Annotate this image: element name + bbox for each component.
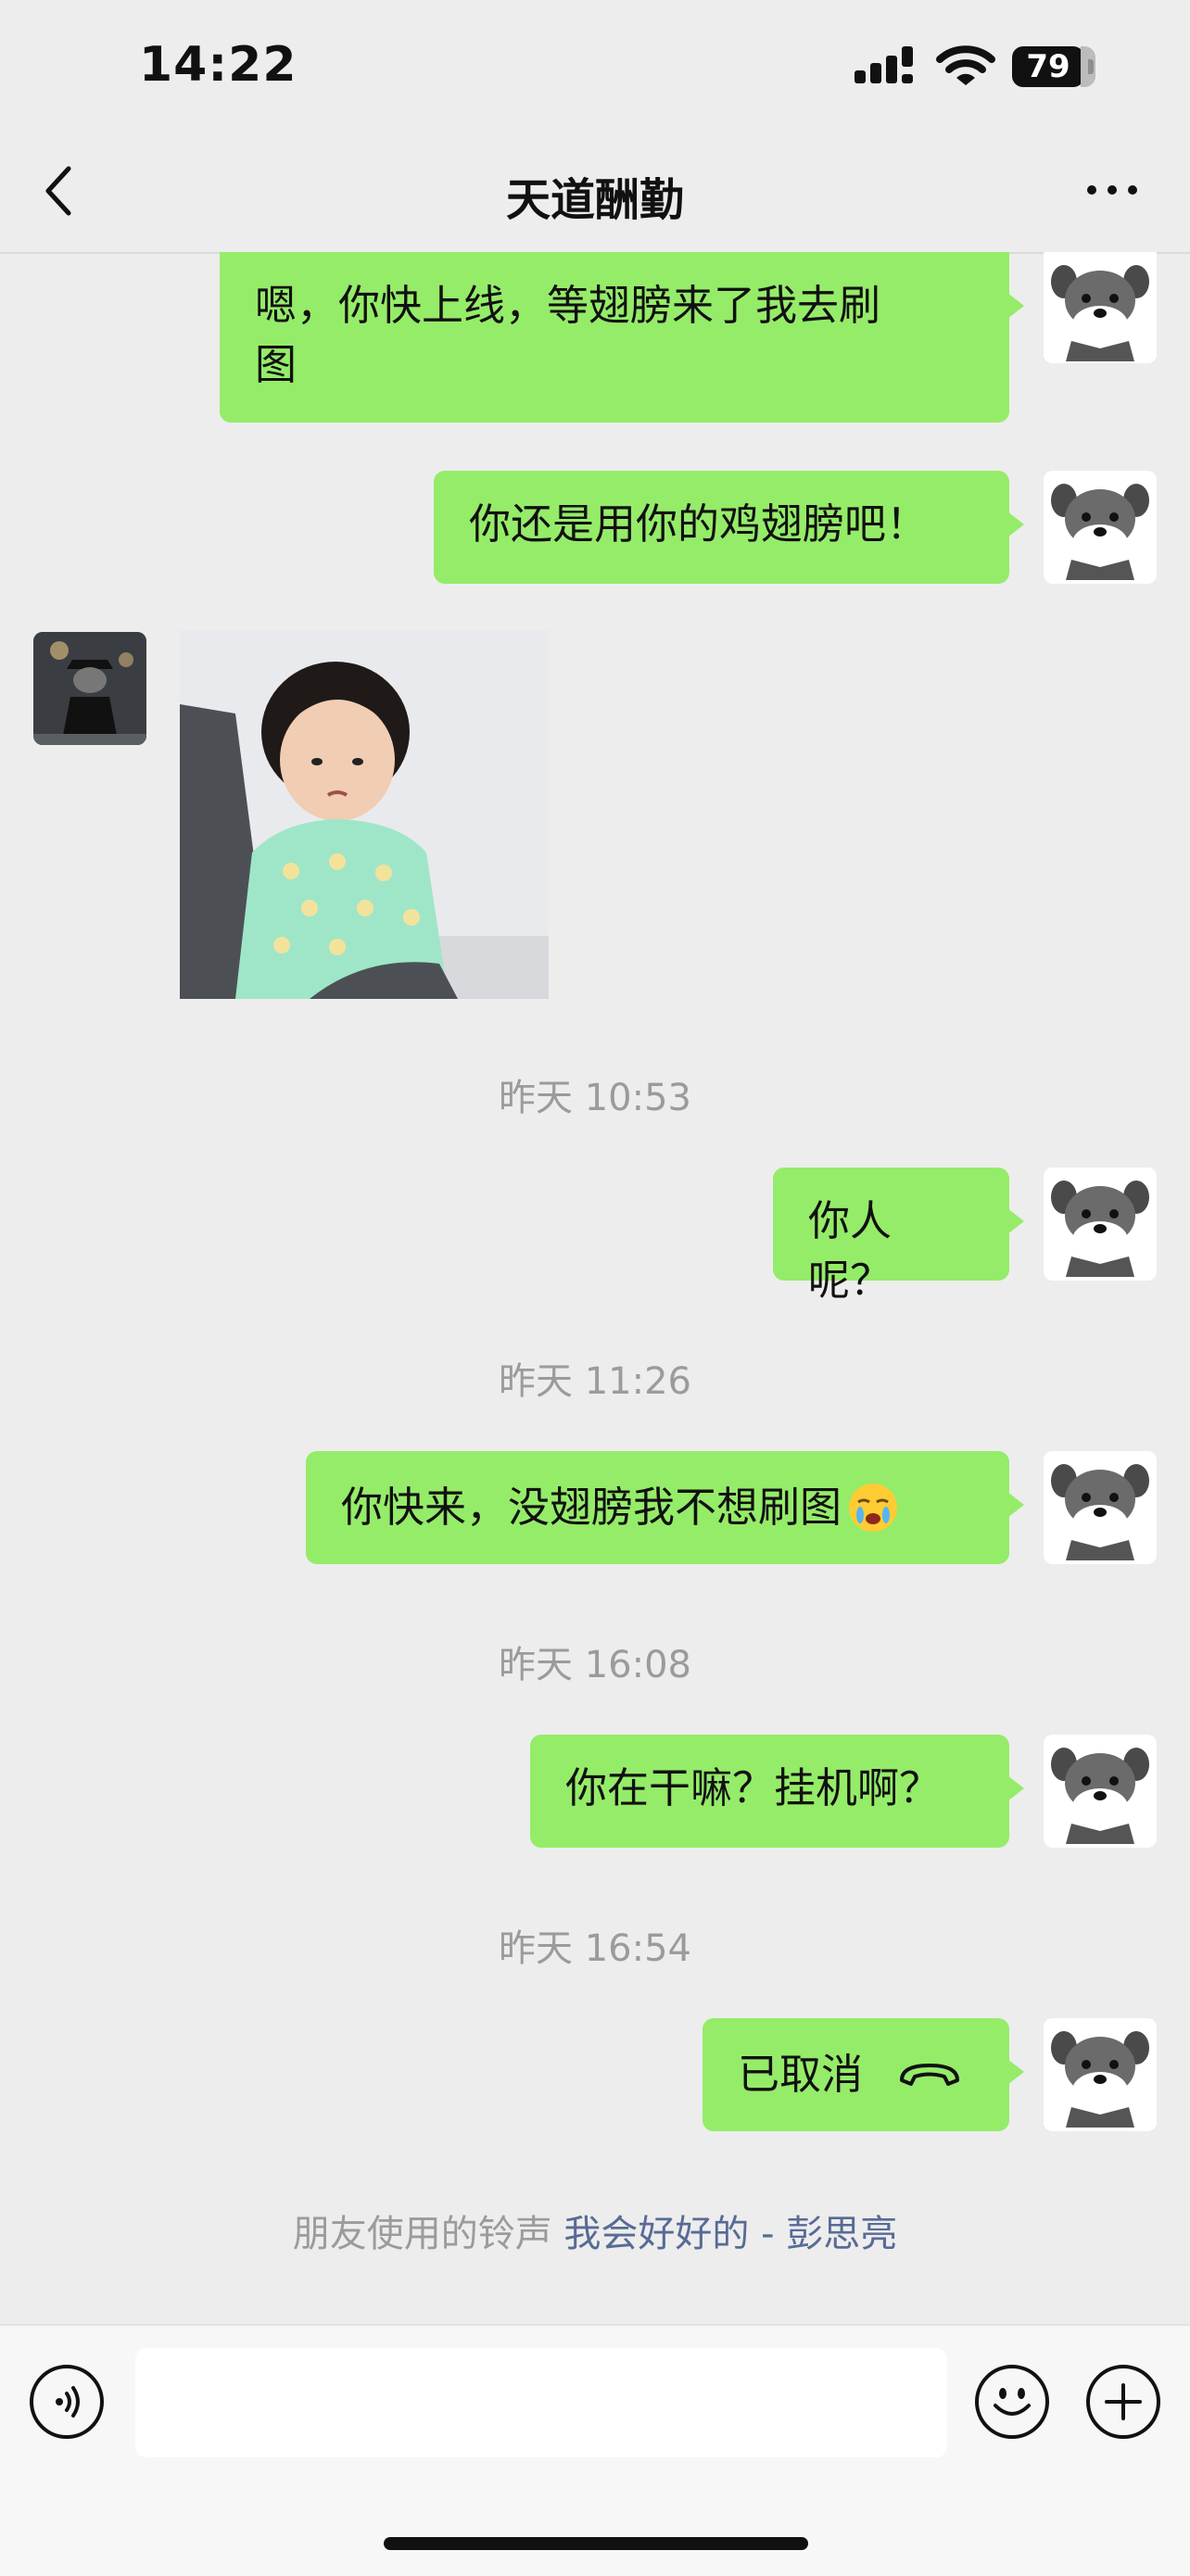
home-indicator (384, 2537, 808, 2550)
received-photo[interactable] (180, 630, 549, 999)
ringtone-notice: 朋友使用的铃声 我会好好的 - 彭思亮 (0, 2203, 1190, 2257)
more-options-icon[interactable] (1075, 176, 1149, 204)
status-time: 14:22 (139, 37, 298, 93)
dark-figure-avatar-icon (33, 632, 146, 745)
battery-level: 79 (1012, 46, 1084, 87)
sent-message[interactable]: 你还是用你的鸡翅膀吧！ (434, 471, 1024, 584)
message-text: 嗯，你快上线，等翅膀来了我去刷 (255, 281, 881, 330)
schnauzer-dog-icon (1044, 2018, 1157, 2131)
my-avatar[interactable] (1044, 1451, 1157, 1564)
my-avatar[interactable] (1044, 1735, 1157, 1848)
message-text: 图 (255, 340, 298, 389)
sent-message[interactable]: 你快来，没翅膀我不想刷图 (306, 1451, 1024, 1564)
schnauzer-dog-icon (1044, 1168, 1157, 1281)
girl-photo-image (180, 630, 549, 999)
message-text: 你快来，没翅膀我不想刷图 (341, 1483, 842, 1532)
schnauzer-dog-icon (1044, 471, 1157, 584)
my-avatar[interactable] (1044, 471, 1157, 584)
sent-message[interactable]: 你在干嘛？挂机啊？ (530, 1735, 1024, 1848)
ringtone-prefix: 朋友使用的铃声 (292, 2213, 552, 2255)
voice-icon (56, 2386, 80, 2418)
voice-input-button[interactable] (30, 2365, 104, 2439)
schnauzer-dog-icon (1044, 252, 1157, 363)
timestamp: 昨天 16:54 (499, 1927, 691, 1970)
my-avatar[interactable] (1044, 252, 1157, 363)
chat-title: 天道酬勤 (505, 174, 684, 226)
timestamp: 昨天 10:53 (499, 1077, 691, 1119)
plus-icon (1105, 2383, 1142, 2420)
emoji-button[interactable] (975, 2365, 1049, 2439)
message-text: 你还是用你的鸡翅膀吧！ (469, 499, 929, 549)
cancelled-call-message[interactable]: 已取消 (703, 2018, 1024, 2131)
ringtone-song-link[interactable]: 我会好好的 - 彭思亮 (563, 2213, 897, 2255)
timestamp: 昨天 16:08 (499, 1644, 691, 1686)
message-text: 你在干嘛？挂机啊？ (565, 1763, 942, 1812)
wifi-icon (936, 45, 995, 85)
hang-up-phone-icon (900, 2064, 960, 2086)
timestamp: 昨天 11:26 (499, 1360, 691, 1403)
my-avatar[interactable] (1044, 2018, 1157, 2131)
sent-message[interactable]: 嗯，你快上线，等翅膀来了我去刷 图 (220, 252, 1024, 423)
friend-avatar[interactable] (33, 632, 146, 745)
smiley-icon (994, 2388, 1031, 2416)
message-input[interactable] (135, 2348, 947, 2457)
more-functions-button[interactable] (1086, 2365, 1160, 2439)
message-text: 已取消 (738, 2050, 864, 2099)
my-avatar[interactable] (1044, 1168, 1157, 1281)
schnauzer-dog-icon (1044, 1451, 1157, 1564)
cellular-signal-icon (855, 46, 913, 83)
crying-face-emoji-icon (849, 1484, 898, 1532)
schnauzer-dog-icon (1044, 1735, 1157, 1848)
sent-message[interactable]: 你人呢？ (773, 1168, 1024, 1305)
battery-icon: 79 (1012, 46, 1095, 87)
message-text: 你人呢？ (808, 1196, 892, 1305)
